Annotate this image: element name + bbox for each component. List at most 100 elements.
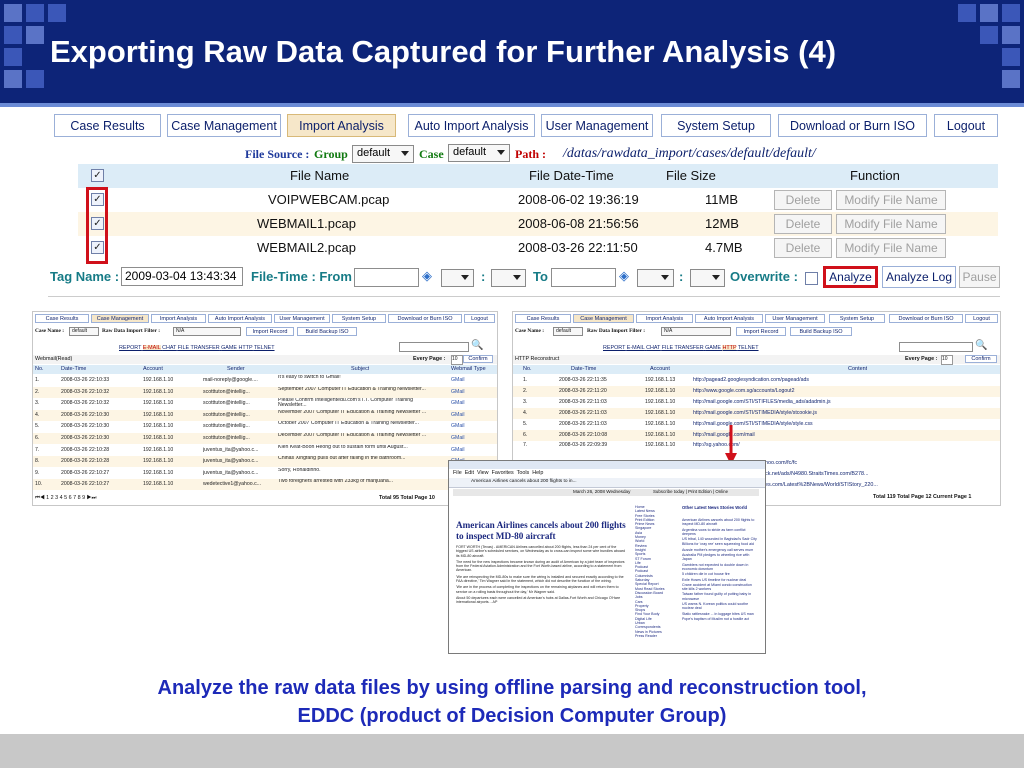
nav-logout[interactable]: Logout — [464, 314, 495, 323]
nav-auto-import-analysis[interactable]: Auto Import Analysis — [695, 314, 763, 323]
tab-http[interactable]: HTTP — [238, 345, 252, 351]
build-backup-iso-button[interactable]: Build Backup ISO — [297, 327, 357, 336]
tab-report[interactable]: REPORT — [119, 345, 141, 351]
related-story-link[interactable]: US warns N. Korean politics could soothe… — [682, 602, 758, 611]
nav-auto-import-analysis[interactable]: Auto Import Analysis — [208, 314, 272, 323]
nav-import-analysis[interactable]: Import Analysis — [287, 114, 396, 137]
from-date-input[interactable] — [354, 268, 419, 287]
from-hour-select[interactable] — [441, 269, 474, 287]
confirm-button[interactable]: Confirm — [463, 355, 493, 363]
every-page-input[interactable]: 10 — [451, 355, 463, 365]
delete-button[interactable]: Delete — [774, 214, 832, 234]
tab-http[interactable]: HTTP — [722, 345, 737, 351]
search-input[interactable] — [399, 342, 469, 352]
nav-system-setup[interactable]: System Setup — [829, 314, 885, 323]
table-row[interactable]: 8. 2008-03-26 22:10:28 192.168.1.10 juventu… — [33, 456, 497, 468]
build-backup-iso-button[interactable]: Build Backup ISO — [790, 327, 852, 336]
every-page-input[interactable]: 10 — [941, 355, 953, 365]
case-select[interactable]: default — [448, 144, 510, 162]
to-minute-select[interactable] — [690, 269, 725, 287]
related-story-link[interactable]: Taiwan father found guilty of putting ba… — [682, 592, 758, 601]
tab-file-transfer[interactable]: FILE TRANSFER — [662, 345, 704, 351]
case-name-select[interactable]: default — [69, 327, 99, 336]
tag-name-input[interactable]: 2009-03-04 13:43:34 — [121, 267, 243, 286]
related-story-link[interactable]: 5 children die in cot house fire — [682, 572, 758, 576]
menu-edit[interactable]: Edit — [465, 470, 474, 476]
table-row[interactable]: 10. 2008-03-26 22:10:27 192.168.1.10 wedete… — [33, 479, 497, 491]
nav-import-analysis[interactable]: Import Analysis — [636, 314, 693, 323]
to-hour-select[interactable] — [637, 269, 674, 287]
nav-user-management[interactable]: User Management — [541, 114, 653, 137]
nav-case-results[interactable]: Case Results — [515, 314, 571, 323]
address-bar[interactable] — [449, 461, 765, 469]
related-story-link[interactable]: US tribal, 140 wounded in Baghdad's Sadr… — [682, 537, 758, 541]
tab-chat[interactable]: CHAT — [646, 345, 660, 351]
to-date-input[interactable] — [551, 268, 616, 287]
table-row[interactable]: 2. 2008-03-26 22:11:20 192.168.1.10 http://… — [513, 385, 1000, 397]
tab-game[interactable]: GAME — [221, 345, 237, 351]
nav-case-results[interactable]: Case Results — [54, 114, 161, 137]
nav-logout[interactable]: Logout — [965, 314, 998, 323]
nav-import-analysis[interactable]: Import Analysis — [151, 314, 206, 323]
from-minute-select[interactable] — [491, 269, 526, 287]
related-story-link[interactable]: Gamblers not expected to double down in … — [682, 563, 758, 572]
analyze-log-button[interactable]: Analyze Log — [882, 266, 956, 288]
modify-file-name-button[interactable]: Modify File Name — [836, 190, 946, 210]
confirm-button[interactable]: Confirm — [965, 355, 997, 363]
modify-file-name-button[interactable]: Modify File Name — [836, 214, 946, 234]
browser-tab[interactable]: American Airlines cancels about 200 flig… — [471, 479, 577, 484]
overwrite-checkbox[interactable] — [805, 272, 818, 285]
select-all-checkbox[interactable]: ✓ — [91, 169, 104, 182]
table-row[interactable]: 4. 2008-03-26 22:11:03 192.168.1.10 http://… — [513, 407, 1000, 419]
table-row[interactable]: 2. 2008-03-26 22:10:32 192.168.1.10 scotttu… — [33, 386, 497, 398]
filter-select[interactable]: N/A — [173, 327, 241, 336]
import-record-button[interactable]: Import Record — [736, 327, 786, 336]
related-story-link[interactable]: Argentina vows to stride as farm conflic… — [682, 528, 758, 537]
menu-tools[interactable]: Tools — [517, 470, 530, 476]
nav-auto-import-analysis[interactable]: Auto Import Analysis — [408, 114, 535, 137]
table-row[interactable]: 5. 2008-03-26 22:10:30 192.168.1.10 scotttu… — [33, 421, 497, 432]
nav-case-results[interactable]: Case Results — [35, 314, 89, 323]
tab-telnet[interactable]: TELNET — [254, 345, 275, 351]
table-row[interactable]: 3. 2008-03-26 22:11:03 192.168.1.10 http://… — [513, 397, 1000, 408]
related-story-link[interactable]: Exile Hoses US timeline for nuclear deal — [682, 578, 758, 582]
related-story-link[interactable]: American Airlines cancels about 200 flig… — [682, 518, 758, 527]
table-row[interactable]: 6. 2008-03-26 22:10:08 192.168.1.10 http://… — [513, 429, 1000, 441]
table-row[interactable]: 1. 2008-03-26 22:11:35 192.168.1.13 http://… — [513, 375, 1000, 386]
nav-user-management[interactable]: User Management — [274, 314, 330, 323]
import-record-button[interactable]: Import Record — [246, 327, 294, 336]
nav-logout[interactable]: Logout — [934, 114, 998, 137]
menu-file[interactable]: File — [453, 470, 462, 476]
tab-chat[interactable]: CHAT — [162, 345, 176, 351]
nav-system-setup[interactable]: System Setup — [332, 314, 386, 323]
nav-system-setup[interactable]: System Setup — [661, 114, 771, 137]
menu-view[interactable]: View — [477, 470, 489, 476]
nav-user-management[interactable]: User Management — [765, 314, 825, 323]
modify-file-name-button[interactable]: Modify File Name — [836, 238, 946, 258]
filter-select[interactable]: N/A — [661, 327, 731, 336]
related-story-link[interactable]: Billions for 'cray ree' seen squeezing f… — [682, 542, 758, 546]
delete-button[interactable]: Delete — [774, 190, 832, 210]
tab-game[interactable]: GAME — [705, 345, 721, 351]
table-row[interactable]: 7. 2008-03-26 22:10:28 192.168.1.10 juventu… — [33, 445, 497, 456]
nav-link[interactable]: Press Reader — [635, 634, 677, 638]
related-story-link[interactable]: Static rattlesnake ... in luggage bites … — [682, 612, 758, 616]
table-row[interactable]: 9. 2008-03-26 22:10:27 192.168.1.10 juventu… — [33, 468, 497, 479]
calendar-picker-icon[interactable]: ◈ — [619, 269, 633, 283]
nav-download-burn-iso[interactable]: Download or Burn ISO — [778, 114, 927, 137]
tab-file-transfer[interactable]: FILE TRANSFER — [178, 345, 220, 351]
table-row[interactable]: 7. 2008-03-26 22:09:39 192.168.1.10 http://… — [513, 440, 1000, 451]
tab-email[interactable]: E-MAIL — [142, 345, 161, 351]
delete-button[interactable]: Delete — [774, 238, 832, 258]
related-story-link[interactable]: Aussie mother's emergency call serves mu… — [682, 548, 758, 552]
menu-help[interactable]: Help — [532, 470, 543, 476]
analyze-button[interactable]: Analyze — [823, 266, 878, 288]
table-row[interactable]: 6. 2008-03-26 22:10:30 192.168.1.10 scotttu… — [33, 433, 497, 444]
nav-download-burn-iso[interactable]: Download or Burn ISO — [889, 314, 963, 323]
related-story-link[interactable]: Australia PM pledges to wheeling rice wi… — [682, 553, 758, 562]
related-story-link[interactable]: Pope's baptism of Muslim not a hostile a… — [682, 617, 758, 621]
nav-case-management[interactable]: Case Management — [91, 314, 149, 323]
tab-email[interactable]: E-MAIL — [627, 345, 645, 351]
calendar-picker-icon[interactable]: ◈ — [422, 269, 436, 283]
tab-telnet[interactable]: TELNET — [738, 345, 759, 351]
